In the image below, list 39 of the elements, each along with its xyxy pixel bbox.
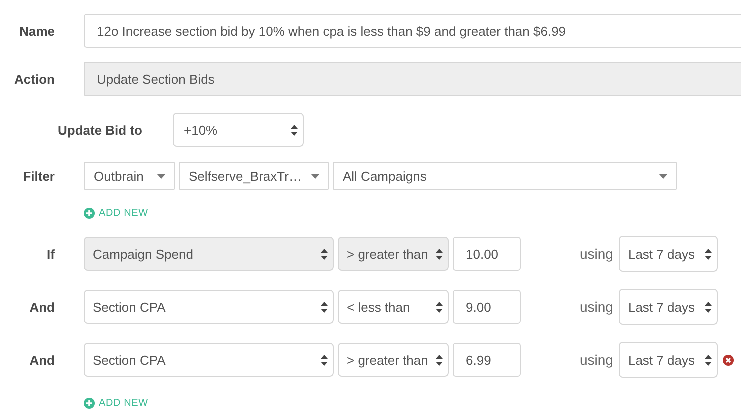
sort-caret-icon bbox=[436, 248, 443, 260]
add-icon bbox=[84, 208, 95, 219]
caret-down-icon bbox=[659, 174, 668, 178]
using-label: using bbox=[580, 352, 614, 368]
sort-caret-icon bbox=[321, 354, 328, 366]
field-label: Filter bbox=[22, 168, 55, 184]
remove-icon[interactable] bbox=[723, 354, 734, 366]
add-icon bbox=[84, 398, 95, 409]
period-select[interactable]: Last 7 days bbox=[619, 289, 718, 325]
sort-caret-icon bbox=[705, 354, 712, 366]
caret-down-icon bbox=[311, 174, 320, 178]
using-label: using bbox=[580, 299, 614, 315]
operator-select[interactable]: > greater than bbox=[338, 343, 449, 377]
field-label: Action bbox=[14, 72, 55, 86]
caret-down-icon bbox=[157, 174, 166, 178]
condition-label: And bbox=[28, 300, 55, 314]
bid-select[interactable]: +10% bbox=[173, 113, 304, 147]
filter-select[interactable]: Outbrain bbox=[84, 162, 175, 190]
value-input[interactable]: 6.99 bbox=[453, 343, 521, 377]
sort-caret-icon bbox=[436, 354, 443, 366]
operator-select[interactable]: < less than bbox=[338, 290, 449, 324]
name-input[interactable]: 12o Increase section bid by 10% when cpa is less than $9 and greater than $6.99 bbox=[84, 14, 741, 48]
sort-caret-icon bbox=[291, 124, 298, 136]
sort-caret-icon bbox=[436, 302, 443, 312]
filter-select[interactable]: Selfserve_BraxTr… bbox=[179, 162, 329, 190]
filter-select[interactable]: All Campaigns bbox=[333, 162, 677, 190]
period-select[interactable]: Last 7 days bbox=[619, 342, 718, 378]
sort-caret-icon bbox=[321, 302, 328, 312]
condition-label: And bbox=[28, 352, 55, 368]
sort-caret-icon bbox=[321, 248, 328, 260]
field-label: Update Bid to bbox=[58, 122, 144, 138]
condition-label: If bbox=[46, 246, 55, 262]
using-label: using bbox=[580, 246, 614, 262]
field-label: Name bbox=[18, 24, 55, 38]
metric-select[interactable]: Section CPA bbox=[84, 290, 334, 324]
sort-caret-icon bbox=[705, 302, 712, 312]
sort-caret-icon bbox=[705, 248, 712, 260]
metric-select[interactable]: Section CPA bbox=[84, 343, 334, 377]
value-input[interactable]: 9.00 bbox=[453, 290, 521, 324]
